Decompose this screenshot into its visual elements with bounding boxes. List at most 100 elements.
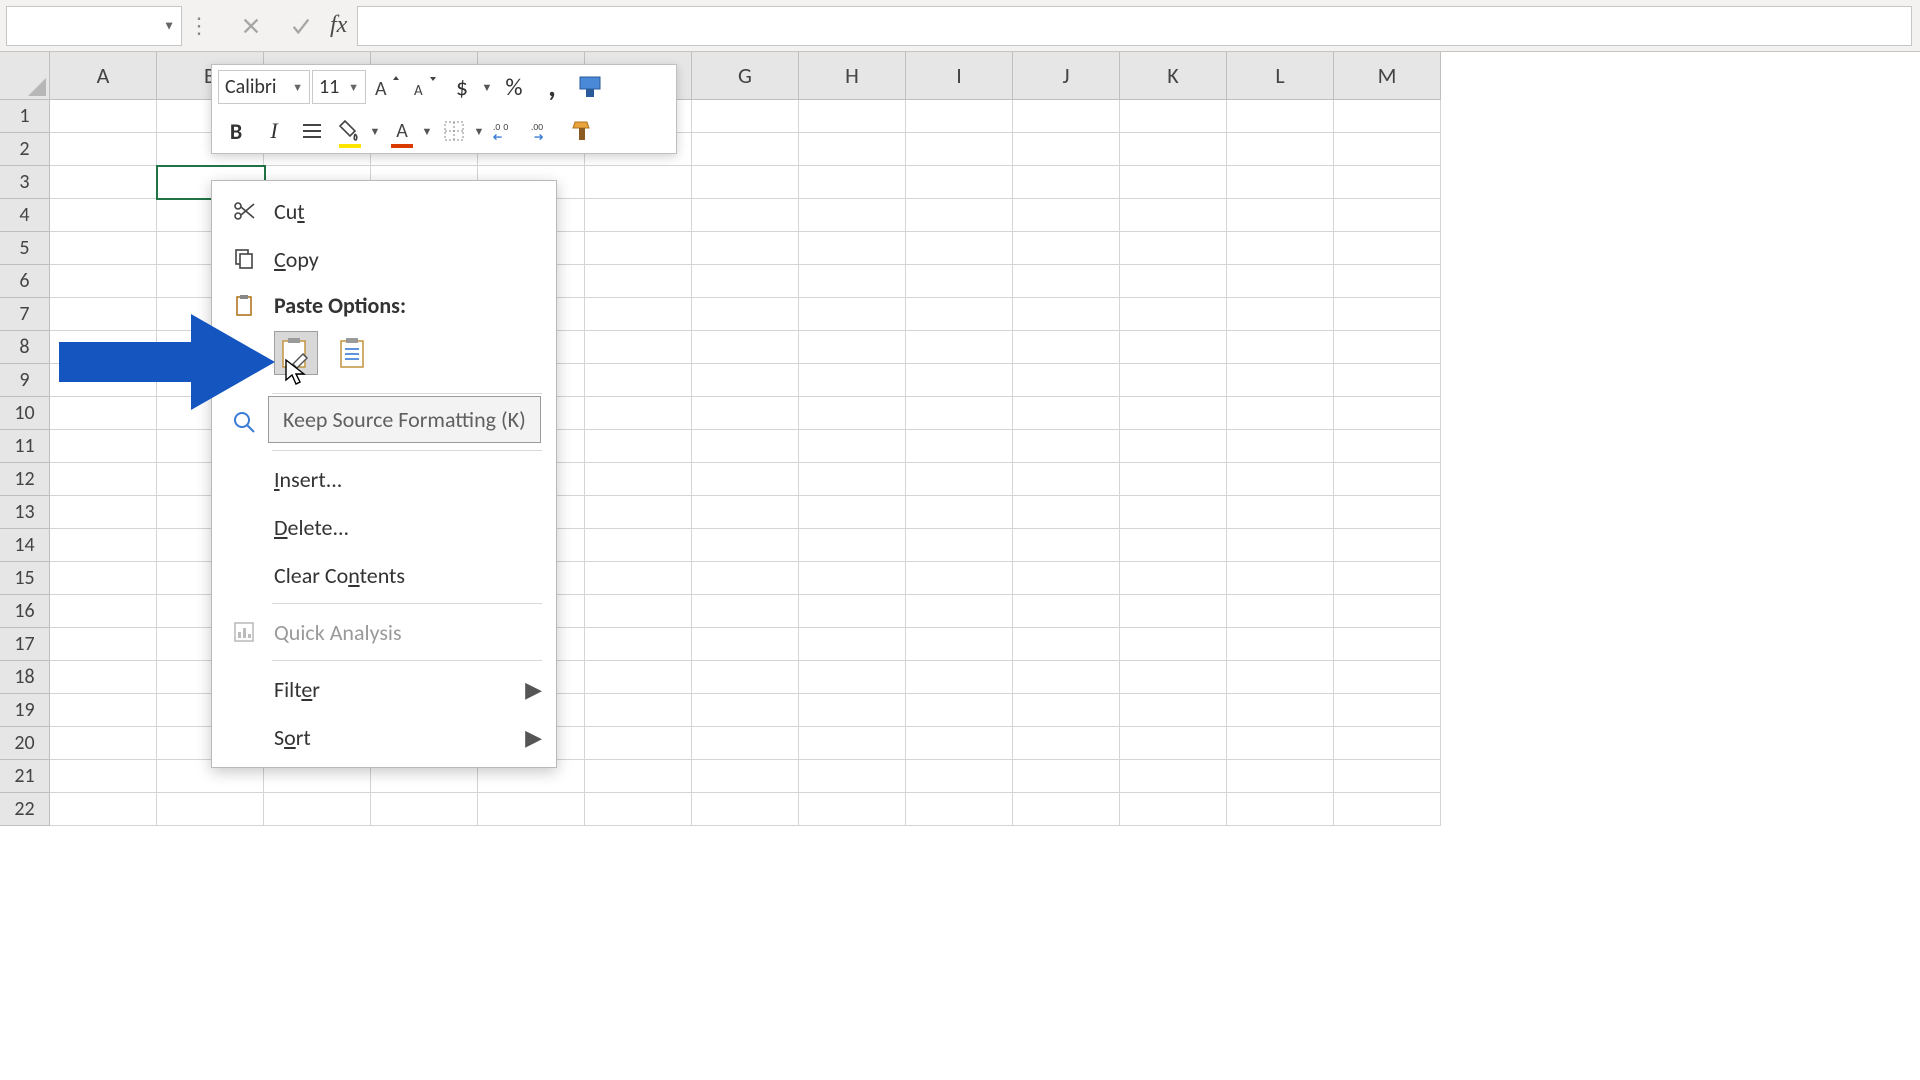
- cell[interactable]: [371, 793, 478, 826]
- col-header-M[interactable]: M: [1334, 52, 1441, 100]
- cell[interactable]: [692, 100, 799, 133]
- cell[interactable]: [1227, 760, 1334, 793]
- row-header-9[interactable]: 9: [0, 364, 50, 397]
- decrease-font-button[interactable]: A: [406, 69, 442, 105]
- cell[interactable]: [692, 529, 799, 562]
- cell[interactable]: [1013, 331, 1120, 364]
- row-header-1[interactable]: 1: [0, 100, 50, 133]
- cell[interactable]: [1227, 364, 1334, 397]
- cell[interactable]: [1334, 727, 1441, 760]
- cell[interactable]: [1013, 628, 1120, 661]
- cell[interactable]: [692, 166, 799, 199]
- cell[interactable]: [1334, 595, 1441, 628]
- cell[interactable]: [1334, 397, 1441, 430]
- col-header-G[interactable]: G: [692, 52, 799, 100]
- cell[interactable]: [1013, 397, 1120, 430]
- cell[interactable]: [1013, 232, 1120, 265]
- cell[interactable]: [1013, 793, 1120, 826]
- cell[interactable]: [799, 199, 906, 232]
- cell[interactable]: [906, 496, 1013, 529]
- cell[interactable]: [1013, 265, 1120, 298]
- cell[interactable]: [799, 529, 906, 562]
- increase-decimal-button[interactable]: .00: [488, 113, 524, 149]
- cell[interactable]: [1227, 595, 1334, 628]
- font-name-select[interactable]: Calibri ▼: [218, 70, 310, 104]
- cell[interactable]: [1013, 364, 1120, 397]
- cell[interactable]: [50, 100, 157, 133]
- cell[interactable]: [1120, 331, 1227, 364]
- row-header-2[interactable]: 2: [0, 133, 50, 166]
- cell[interactable]: [906, 628, 1013, 661]
- menu-insert[interactable]: Insert...: [212, 455, 556, 503]
- cell[interactable]: [50, 529, 157, 562]
- cell[interactable]: [1227, 100, 1334, 133]
- cell[interactable]: [585, 265, 692, 298]
- cell[interactable]: [1334, 430, 1441, 463]
- cell[interactable]: [1334, 529, 1441, 562]
- row-header-14[interactable]: 14: [0, 529, 50, 562]
- cell[interactable]: [585, 760, 692, 793]
- cell[interactable]: [1120, 529, 1227, 562]
- row-header-10[interactable]: 10: [0, 397, 50, 430]
- cell[interactable]: [1227, 694, 1334, 727]
- percent-format-button[interactable]: %: [496, 69, 532, 105]
- cell[interactable]: [1120, 694, 1227, 727]
- cell[interactable]: [799, 166, 906, 199]
- cell[interactable]: [906, 430, 1013, 463]
- cell[interactable]: [585, 628, 692, 661]
- cell[interactable]: [1013, 562, 1120, 595]
- cell[interactable]: [1334, 628, 1441, 661]
- cell[interactable]: [799, 628, 906, 661]
- cell[interactable]: [585, 430, 692, 463]
- row-header-17[interactable]: 17: [0, 628, 50, 661]
- cell[interactable]: [1120, 628, 1227, 661]
- cell[interactable]: [50, 727, 157, 760]
- cell[interactable]: [478, 793, 585, 826]
- row-header-3[interactable]: 3: [0, 166, 50, 199]
- cell[interactable]: [585, 496, 692, 529]
- row-header-7[interactable]: 7: [0, 298, 50, 331]
- cell[interactable]: [1227, 793, 1334, 826]
- row-header-18[interactable]: 18: [0, 661, 50, 694]
- menu-sort[interactable]: Sort ▶: [212, 713, 556, 761]
- cell[interactable]: [799, 364, 906, 397]
- cell[interactable]: [1227, 430, 1334, 463]
- row-header-4[interactable]: 4: [0, 199, 50, 232]
- cell[interactable]: [1227, 232, 1334, 265]
- fill-color-button[interactable]: ▼: [332, 113, 382, 149]
- cell[interactable]: [1120, 430, 1227, 463]
- cell[interactable]: [1227, 133, 1334, 166]
- cell[interactable]: [1334, 100, 1441, 133]
- row-header-13[interactable]: 13: [0, 496, 50, 529]
- cell[interactable]: [1334, 133, 1441, 166]
- col-header-H[interactable]: H: [799, 52, 906, 100]
- cell[interactable]: [799, 331, 906, 364]
- cell[interactable]: [1227, 496, 1334, 529]
- select-all-corner[interactable]: [0, 52, 50, 100]
- cell[interactable]: [585, 298, 692, 331]
- cell[interactable]: [1120, 562, 1227, 595]
- formula-input[interactable]: [357, 6, 1912, 46]
- format-painter-button[interactable]: [572, 69, 608, 105]
- cell[interactable]: [1013, 595, 1120, 628]
- cell[interactable]: [1013, 100, 1120, 133]
- cell[interactable]: [799, 463, 906, 496]
- cell[interactable]: [1013, 694, 1120, 727]
- cell[interactable]: [1013, 529, 1120, 562]
- cell[interactable]: [1334, 232, 1441, 265]
- cell[interactable]: [1120, 661, 1227, 694]
- chevron-down-icon[interactable]: ▼: [368, 125, 382, 138]
- cell[interactable]: [1227, 463, 1334, 496]
- cell[interactable]: [50, 496, 157, 529]
- cell[interactable]: [50, 199, 157, 232]
- cell[interactable]: [906, 793, 1013, 826]
- cell[interactable]: [799, 661, 906, 694]
- cell[interactable]: [1334, 760, 1441, 793]
- cell[interactable]: [799, 562, 906, 595]
- cell[interactable]: [1227, 331, 1334, 364]
- cell[interactable]: [1334, 496, 1441, 529]
- cell[interactable]: [1013, 727, 1120, 760]
- cell[interactable]: [799, 496, 906, 529]
- cell[interactable]: [585, 595, 692, 628]
- cell[interactable]: [1120, 595, 1227, 628]
